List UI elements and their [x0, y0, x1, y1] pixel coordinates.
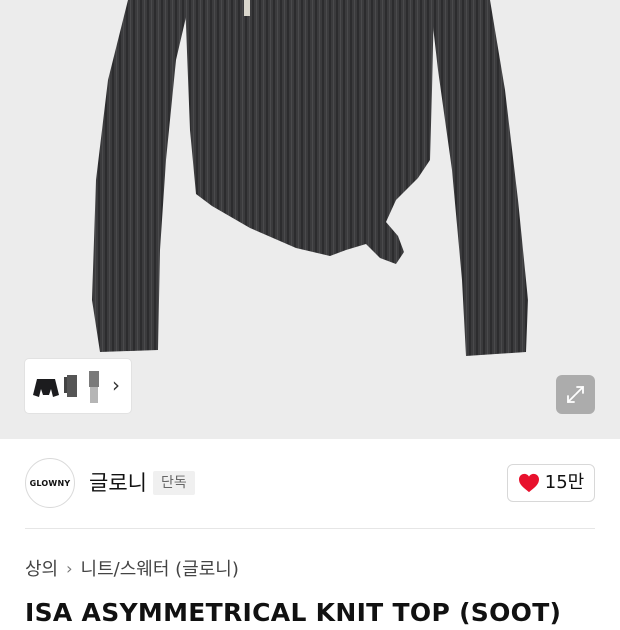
- sweater-model-thumbnail[interactable]: [83, 365, 105, 407]
- breadcrumb-subcategory[interactable]: 니트/스웨터 (글로니): [81, 555, 239, 581]
- brand-name[interactable]: 글로니: [89, 469, 147, 497]
- thumbnail-strip[interactable]: ›: [25, 359, 131, 413]
- expand-icon: [567, 386, 584, 403]
- breadcrumb: 상의 › 니트/스웨터 (글로니): [25, 555, 239, 581]
- product-title: ISA ASYMMETRICAL KNIT TOP (SOOT): [25, 598, 562, 627]
- brand-logo[interactable]: GLOWNY: [25, 458, 75, 508]
- like-count: 15만: [544, 472, 585, 493]
- sweater-front-thumbnail[interactable]: [31, 365, 61, 407]
- product-image[interactable]: ›: [0, 0, 620, 439]
- brand-row: GLOWNY 글로니 단독 15만: [0, 439, 620, 528]
- exclusive-badge: 단독: [153, 471, 195, 495]
- breadcrumb-category[interactable]: 상의: [25, 555, 58, 581]
- chevron-right-icon[interactable]: ›: [107, 373, 125, 397]
- divider: [25, 528, 595, 529]
- heart-icon: [518, 473, 539, 493]
- sweater-side-thumbnail[interactable]: [61, 365, 83, 407]
- chevron-right-icon: ›: [66, 558, 73, 578]
- like-button[interactable]: 15만: [507, 464, 595, 502]
- brand-logo-text: GLOWNY: [29, 478, 71, 488]
- expand-button[interactable]: [556, 375, 595, 414]
